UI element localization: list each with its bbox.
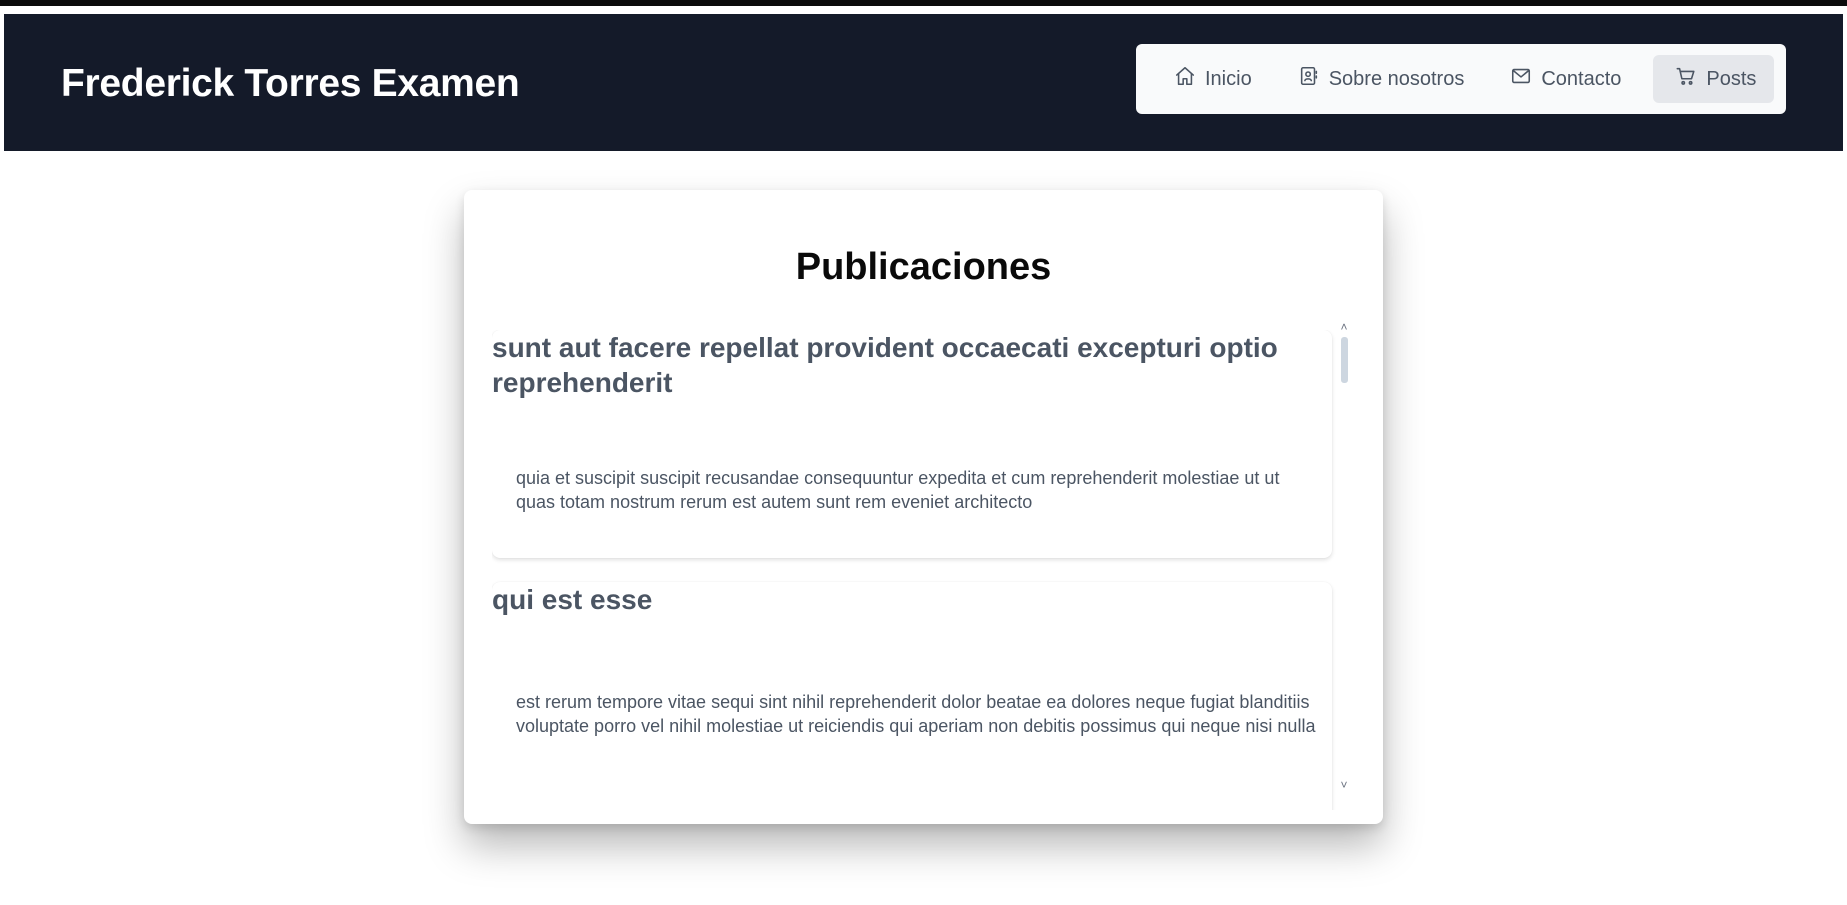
post-list[interactable]: sunt aut facere repellat provident occae…: [492, 330, 1367, 810]
post-card: sunt aut facere repellat provident occae…: [492, 330, 1332, 558]
nav-item-label: Inicio: [1205, 67, 1252, 90]
scrollbar-thumb[interactable]: [1341, 337, 1348, 383]
post-title: qui est esse: [492, 584, 653, 615]
nav-item-posts[interactable]: Posts: [1653, 55, 1775, 103]
page-title: Publicaciones: [795, 246, 1052, 288]
posts-card: Publicaciones sunt aut facere repellat p…: [464, 190, 1383, 824]
contact-book-icon: [1298, 65, 1320, 93]
nav-item-sobre-nosotros[interactable]: Sobre nosotros: [1284, 55, 1479, 103]
mail-icon: [1510, 65, 1532, 93]
nav-item-contacto[interactable]: Contacto: [1496, 55, 1635, 103]
home-icon: [1174, 65, 1196, 93]
scroll-down-arrow-icon[interactable]: ˅: [1337, 779, 1351, 791]
post-title: sunt aut facere repellat provident occae…: [492, 332, 1278, 398]
post-card: qui est esse est rerum tempore vitae seq…: [492, 582, 1332, 810]
nav-item-label: Posts: [1706, 67, 1757, 90]
post-body: quia et suscipit suscipit recusandae con…: [516, 468, 1280, 512]
nav-item-inicio[interactable]: Inicio: [1160, 55, 1266, 103]
post-body: est rerum tempore vitae sequi sint nihil…: [516, 692, 1316, 736]
site-header: Frederick Torres Examen Inicio Sobre nos…: [4, 14, 1843, 151]
brand-title: Frederick Torres Examen: [61, 62, 520, 105]
cart-icon: [1675, 65, 1697, 93]
main-nav: Inicio Sobre nosotros Contacto Posts: [1136, 44, 1786, 114]
window-top-border: [0, 0, 1847, 6]
nav-item-label: Sobre nosotros: [1328, 67, 1465, 90]
scroll-up-arrow-icon[interactable]: ˄: [1337, 321, 1351, 333]
nav-item-label: Contacto: [1541, 67, 1622, 90]
